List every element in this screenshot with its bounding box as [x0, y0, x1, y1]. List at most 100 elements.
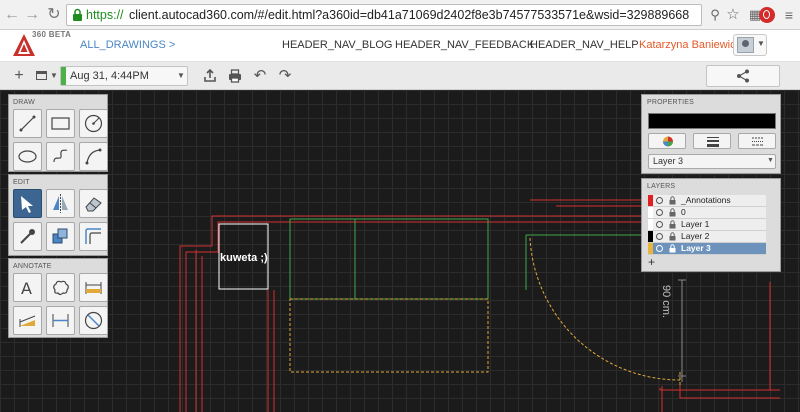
- text-icon: A: [21, 279, 32, 298]
- share-button[interactable]: [706, 65, 780, 87]
- eyedropper-tool-button[interactable]: [13, 222, 42, 251]
- layer-color-swatch[interactable]: [648, 219, 653, 230]
- gray-lines: [678, 279, 686, 382]
- print-icon[interactable]: [226, 67, 244, 85]
- linear-dimension-tool-button[interactable]: [79, 273, 108, 302]
- spline-tool-button[interactable]: [46, 142, 75, 171]
- linetype-button[interactable]: [738, 133, 776, 149]
- chevron-down-icon: ▼: [767, 157, 774, 164]
- palette-title: EDIT: [13, 179, 30, 186]
- layer-row[interactable]: Layer 2: [648, 231, 766, 243]
- layer-dropdown[interactable]: Layer 3 ▼: [648, 154, 776, 169]
- aligned-dimension-tool-button[interactable]: [13, 306, 42, 335]
- color-wheel-icon: [663, 136, 673, 147]
- chevron-down-icon: ▼: [50, 71, 58, 80]
- visibility-icon[interactable]: [656, 221, 663, 228]
- visibility-icon[interactable]: [656, 245, 663, 252]
- url-scheme: https://: [86, 8, 124, 22]
- key-icon[interactable]: ⚲: [706, 6, 724, 24]
- version-indicator: [61, 67, 66, 85]
- revision-cloud-tool-button[interactable]: [46, 273, 75, 302]
- layer-row[interactable]: _Annotations: [648, 195, 766, 207]
- color-wheel-button[interactable]: [648, 133, 686, 149]
- lock-icon[interactable]: [669, 244, 676, 253]
- app-header: 360 BETA ALL_DRAWINGS > HEADER_NAV_BLOG …: [0, 30, 800, 62]
- export-icon[interactable]: [201, 67, 219, 85]
- undo-icon[interactable]: ↶: [251, 67, 269, 85]
- browser-toolbar: ← → ↻ https:// client.autocad360.com/#/e…: [0, 0, 800, 30]
- draw-palette: DRAW: [8, 94, 108, 172]
- chevron-down-icon: ▼: [757, 39, 765, 48]
- select-tool-button[interactable]: [13, 189, 42, 218]
- layer-row-selected[interactable]: Layer 3: [648, 243, 766, 255]
- drawing-text-label[interactable]: kuweta ;): [220, 252, 268, 264]
- nav-blog-link[interactable]: HEADER_NAV_BLOG: [282, 39, 392, 51]
- lineweight-button[interactable]: [693, 133, 731, 149]
- visibility-icon[interactable]: [656, 233, 663, 240]
- layer-color-swatch[interactable]: [648, 243, 653, 254]
- app-toolbar: + ▼ Aug 31, 4:44PM ▼ ↶ ↷: [0, 62, 800, 90]
- tool-grid: [13, 189, 108, 253]
- layer-color-swatch[interactable]: [648, 231, 653, 242]
- add-layer-button[interactable]: +: [648, 256, 655, 268]
- ellipse-icon: [18, 150, 37, 163]
- color-swatch[interactable]: [648, 113, 776, 129]
- hamburger-menu-icon[interactable]: ≡: [780, 6, 798, 24]
- visibility-icon[interactable]: [656, 209, 663, 216]
- eraser-tool-button[interactable]: [79, 189, 108, 218]
- line-tool-button[interactable]: [13, 109, 42, 138]
- arrow-left-icon[interactable]: ←: [2, 5, 22, 25]
- user-name[interactable]: Katarzyna Baniewicz: [639, 39, 741, 51]
- arrow-right-icon[interactable]: →: [22, 5, 42, 25]
- url-text: client.autocad360.com/#/edit.html?a360id…: [129, 8, 690, 22]
- version-dropdown[interactable]: Aug 31, 4:44PM ▼: [60, 66, 188, 86]
- address-bar[interactable]: https:// client.autocad360.com/#/edit.ht…: [66, 4, 702, 26]
- chevron-down-icon: ▼: [177, 71, 185, 80]
- lock-icon[interactable]: [669, 232, 676, 241]
- copy-tool-button[interactable]: [46, 222, 75, 251]
- annotate-palette: ANNOTATE A: [8, 258, 108, 338]
- panel-title: LAYERS: [647, 183, 676, 190]
- nav-feedback-link[interactable]: HEADER_NAV_FEEDBACK: [395, 39, 534, 51]
- lock-icon[interactable]: [669, 196, 676, 205]
- spline-icon: [53, 149, 68, 163]
- drawing-canvas[interactable]: kuweta ;) 90 cm. DRAW EDIT ANNOTATE A PR…: [0, 90, 800, 412]
- star-icon[interactable]: ☆: [724, 6, 742, 24]
- reload-icon[interactable]: ↻: [44, 5, 64, 25]
- copy-icon: [52, 228, 68, 244]
- offset-icon: [85, 228, 101, 244]
- layer-row[interactable]: Layer 1: [648, 219, 766, 231]
- text-tool-button[interactable]: A: [13, 273, 42, 302]
- layer-name: _Annotations: [681, 195, 731, 205]
- rectangle-tool-button[interactable]: [46, 109, 75, 138]
- radius-tool-button[interactable]: [79, 306, 108, 335]
- visibility-icon[interactable]: [656, 197, 663, 204]
- lock-icon[interactable]: [669, 208, 676, 217]
- layer-dropdown-value: Layer 3: [653, 156, 684, 166]
- layer-row[interactable]: 0: [648, 207, 766, 219]
- lock-icon[interactable]: [669, 220, 676, 229]
- opera-icon[interactable]: [759, 7, 775, 23]
- svg-text:A: A: [21, 279, 32, 298]
- nav-help-link[interactable]: HEADER_NAV_HELP: [530, 39, 639, 51]
- layer-color-swatch[interactable]: [648, 195, 653, 206]
- palette-title: DRAW: [13, 99, 35, 106]
- layer-name: Layer 1: [681, 219, 710, 229]
- offset-tool-button[interactable]: [79, 222, 108, 251]
- ellipse-tool-button[interactable]: [13, 142, 42, 171]
- measure-icon: [52, 314, 69, 327]
- version-label: Aug 31, 4:44PM: [70, 70, 149, 82]
- mirror-tool-button[interactable]: [46, 189, 75, 218]
- layout-menu-button[interactable]: ▼: [34, 67, 58, 85]
- properties-panel: PROPERTIES Layer 3 ▼: [641, 94, 781, 174]
- layer-color-swatch[interactable]: [648, 207, 653, 218]
- circle-tool-button[interactable]: [79, 109, 108, 138]
- redo-icon[interactable]: ↷: [276, 67, 294, 85]
- user-menu-button[interactable]: ▼: [733, 34, 767, 56]
- all-drawings-link[interactable]: ALL_DRAWINGS >: [80, 39, 175, 51]
- arc-tool-button[interactable]: [79, 142, 108, 171]
- dimension-label[interactable]: 90 cm.: [660, 285, 672, 318]
- measure-tool-button[interactable]: [46, 306, 75, 335]
- plus-icon[interactable]: +: [10, 67, 28, 85]
- palette-title: ANNOTATE: [13, 263, 52, 270]
